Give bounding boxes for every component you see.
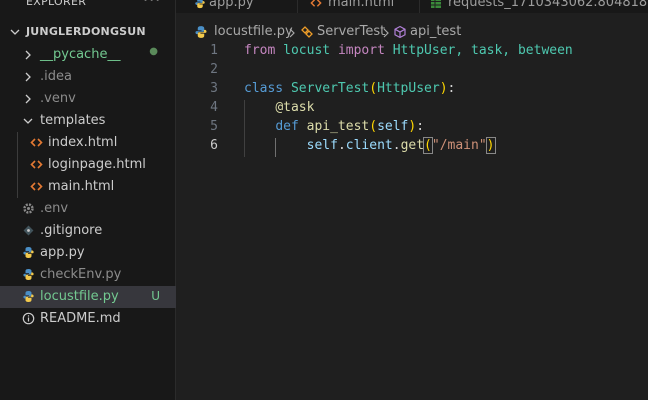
code-token: locust <box>283 43 331 58</box>
code-line-5: def api_test(self): <box>275 119 425 134</box>
python-file-icon <box>195 26 207 38</box>
code-editor[interactable]: 1 2 3 4 5 6 from locust import HttpUser,… <box>176 42 648 400</box>
tree-item-label: templates <box>40 113 106 128</box>
chevron-down-icon <box>23 118 33 124</box>
tree-item-checkenv-py[interactable]: checkEnv.py <box>0 264 176 286</box>
code-token: get <box>400 138 425 153</box>
code-token: def <box>275 119 299 134</box>
tab-label: app.py <box>209 0 254 10</box>
class-symbol-icon <box>301 26 313 38</box>
line-number-active: 6 <box>210 138 218 153</box>
tree-item-idea[interactable]: .idea <box>0 66 176 88</box>
python-file-icon <box>195 0 205 9</box>
line-number: 1 <box>210 43 218 58</box>
tree-item-label: index.html <box>48 135 118 150</box>
tree-item-label: checkEnv.py <box>40 267 122 282</box>
html-file-icon <box>30 160 43 169</box>
tree-item-label: __pycache__ <box>40 47 121 62</box>
code-token: client <box>345 138 393 153</box>
code-token: api_test <box>306 119 370 134</box>
code-line-6: self.client.get("/main") <box>306 137 496 154</box>
tree-item-index-html[interactable]: index.html <box>0 132 176 154</box>
code-token: HttpUser <box>377 81 440 96</box>
code-token: self <box>306 138 338 153</box>
python-file-icon <box>23 247 34 258</box>
gear-icon <box>23 203 34 214</box>
html-file-icon <box>30 138 43 147</box>
code-line-4: @task <box>244 100 314 115</box>
python-file-icon <box>23 291 34 302</box>
code-token: class <box>244 81 284 96</box>
tree-item-main-html[interactable]: main.html <box>0 176 176 198</box>
more-actions-button[interactable]: ··· <box>143 0 161 9</box>
explorer-title: EXPLORER <box>26 0 87 8</box>
breadcrumb: locustfile.py ServerTest api_test <box>176 22 648 42</box>
tree-item-venv[interactable]: .venv <box>0 88 176 110</box>
chevron-right-icon <box>383 28 389 38</box>
workspace-root[interactable]: JUNGLERDONGSUN <box>0 22 176 44</box>
code-token: from <box>244 43 276 58</box>
breadcrumb-method[interactable]: api_test <box>410 24 461 39</box>
tree-item-label: .env <box>40 201 69 216</box>
chevron-right-icon <box>289 28 295 38</box>
code-line-1: from locust import HttpUser, task, betwe… <box>244 43 573 58</box>
info-icon <box>22 312 35 325</box>
tree-item-readme-md[interactable]: README.md <box>0 308 176 330</box>
code-token: self <box>377 119 409 134</box>
chevron-right-icon <box>25 94 31 104</box>
workspace-root-label: JUNGLERDONGSUN <box>26 25 146 38</box>
explorer-sidebar: EXPLORER ··· JUNGLERDONGSUN __pycache__ … <box>0 0 176 400</box>
tab-label: requests_1710343062.804818.csv <box>448 0 648 10</box>
tree-item-label: .idea <box>40 69 72 84</box>
code-token: import <box>337 43 385 58</box>
tree-item-gitignore[interactable]: .gitignore <box>0 220 176 242</box>
tree-item-pycache[interactable]: __pycache__ ● <box>0 44 176 66</box>
code-line-3: class ServerTest(HttpUser): <box>244 81 456 96</box>
line-number: 5 <box>210 119 218 134</box>
tree-item-templates[interactable]: templates <box>0 110 176 132</box>
code-token: ServerTest <box>290 81 370 96</box>
tab-main-html[interactable]: main.html <box>298 0 420 13</box>
tree-item-label: main.html <box>48 179 115 194</box>
tree-item-locustfile-py[interactable]: locustfile.py U <box>0 286 176 308</box>
tree-item-label: .venv <box>40 91 76 106</box>
html-file-icon <box>30 182 43 191</box>
git-diamond-icon <box>23 225 34 236</box>
method-symbol-icon <box>394 25 406 39</box>
python-file-icon <box>23 269 34 280</box>
chevron-right-icon <box>25 50 31 60</box>
tab-app-py[interactable]: app.py <box>176 0 298 13</box>
tree-item-label: README.md <box>40 311 121 326</box>
code-token: @task <box>275 100 315 115</box>
git-status-badge: U <box>151 289 160 303</box>
code-token: "/main" <box>431 138 487 153</box>
chevron-right-icon <box>25 72 31 82</box>
tab-requests-csv[interactable]: requests_1710343062.804818.csv <box>420 0 648 13</box>
tree-item-app-py[interactable]: app.py <box>0 242 176 264</box>
code-token: HttpUser, task, between <box>392 43 573 58</box>
tree-item-loginpage-html[interactable]: loginpage.html <box>0 154 176 176</box>
breadcrumb-class[interactable]: ServerTest <box>317 24 385 39</box>
html-file-icon <box>310 0 322 7</box>
line-number: 4 <box>210 100 218 115</box>
tree-item-env[interactable]: .env <box>0 198 176 220</box>
tab-label: main.html <box>328 0 395 10</box>
chevron-down-icon <box>10 29 20 35</box>
tree-item-label: app.py <box>40 245 85 260</box>
editor-tab-bar: app.py main.html requests_1710343062.804… <box>176 0 648 13</box>
csv-file-icon <box>431 0 441 8</box>
tree-item-label: locustfile.py <box>40 289 119 304</box>
tree-item-label: .gitignore <box>40 223 103 238</box>
git-status-dot: ● <box>149 46 158 57</box>
line-number: 2 <box>210 62 218 77</box>
line-number: 3 <box>210 81 218 96</box>
breadcrumb-file[interactable]: locustfile.py <box>214 24 293 39</box>
tree-item-label: loginpage.html <box>48 157 146 172</box>
